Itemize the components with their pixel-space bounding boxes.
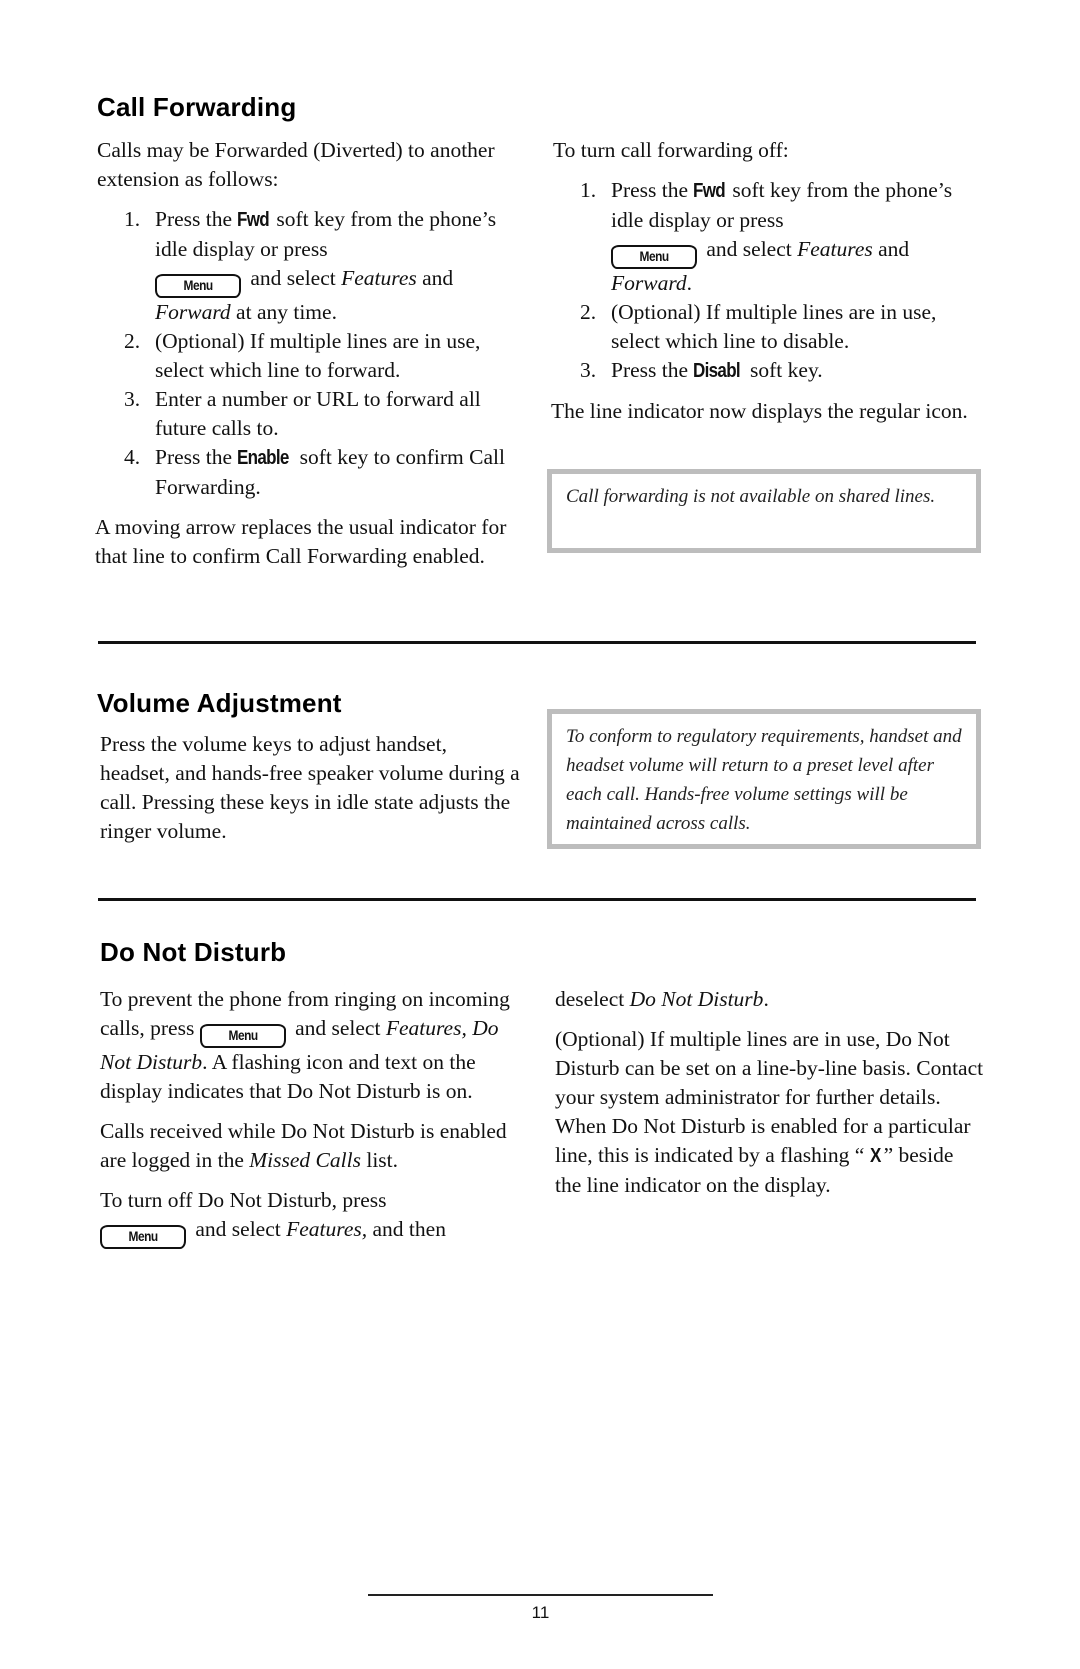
page-number: 11: [531, 1603, 550, 1622]
step-item: 1. Press the Fwd soft key from the phone…: [580, 178, 953, 295]
disabl-softkey-label: Disabl: [693, 360, 741, 382]
step-item: 3. Press the Disabl soft key.: [553, 356, 983, 386]
fwd-softkey-label: Fwd: [693, 180, 726, 202]
dnd-paragraph-enable: To prevent the phone from ringing on inc…: [100, 987, 510, 1103]
menu-key-icon: Menu: [100, 1225, 186, 1249]
call-forwarding-steps: 1. Press the Fwd soft key from the phone…: [97, 205, 527, 502]
step-item: 1. Press the Fwd soft key from the phone…: [124, 207, 497, 324]
menu-key-icon: Menu: [611, 245, 697, 269]
call-forwarding-off-intro: To turn call forwarding off:: [553, 138, 789, 162]
dnd-paragraph-deselect: deselect Do Not Disturb.: [555, 987, 769, 1011]
do-not-disturb-right-column: deselect Do Not Disturb. (Optional) If m…: [555, 985, 985, 1200]
enable-softkey-label: Enable: [237, 447, 290, 469]
section-divider: [98, 641, 976, 644]
do-not-disturb-left-column: To prevent the phone from ringing on inc…: [100, 985, 530, 1249]
dnd-paragraph-disable: To turn off Do Not Disturb, press Menu a…: [100, 1186, 530, 1249]
call-forwarding-left-column: Calls may be Forwarded (Diverted) to ano…: [95, 136, 527, 571]
call-forwarding-right-column: To turn call forwarding off: 1. Press th…: [551, 136, 983, 426]
step-item: 4. Press the Enable soft key to confirm …: [124, 445, 505, 499]
call-forwarding-outro: A moving arrow replaces the usual indica…: [95, 515, 507, 568]
section-title-call-forwarding: Call Forwarding: [97, 92, 297, 122]
step-item: 2. (Optional) If multiple lines are in u…: [124, 329, 481, 382]
section-title-volume-adjustment: Volume Adjustment: [97, 688, 342, 718]
dnd-paragraph-missed-calls: Calls received while Do Not Disturb is e…: [100, 1119, 507, 1172]
call-forwarding-off-steps: 1. Press the Fwd soft key from the phone…: [553, 176, 983, 386]
footer-rule: [368, 1594, 713, 1596]
menu-key-icon: Menu: [199, 1024, 286, 1048]
call-forwarding-off-outro: The line indicator now displays the regu…: [551, 399, 968, 423]
volume-adjustment-body: Press the volume keys to adjust handset,…: [100, 732, 520, 843]
step-item: 2. (Optional) If multiple lines are in u…: [580, 300, 937, 353]
menu-key-icon: Menu: [155, 274, 241, 298]
volume-adjustment-note: To conform to regulatory requirements, h…: [547, 709, 981, 849]
dnd-x-indicator-label: X: [869, 1145, 881, 1167]
call-forwarding-note: Call forwarding is not available on shar…: [547, 469, 981, 553]
step-item: 3. Enter a number or URL to forward all …: [124, 387, 481, 440]
dnd-paragraph-multiline: (Optional) If multiple lines are in use,…: [555, 1027, 984, 1197]
section-title-do-not-disturb: Do Not Disturb: [100, 937, 287, 967]
section-divider: [98, 898, 976, 901]
call-forwarding-intro: Calls may be Forwarded (Diverted) to ano…: [97, 138, 495, 191]
fwd-softkey-label: Fwd: [237, 209, 270, 231]
